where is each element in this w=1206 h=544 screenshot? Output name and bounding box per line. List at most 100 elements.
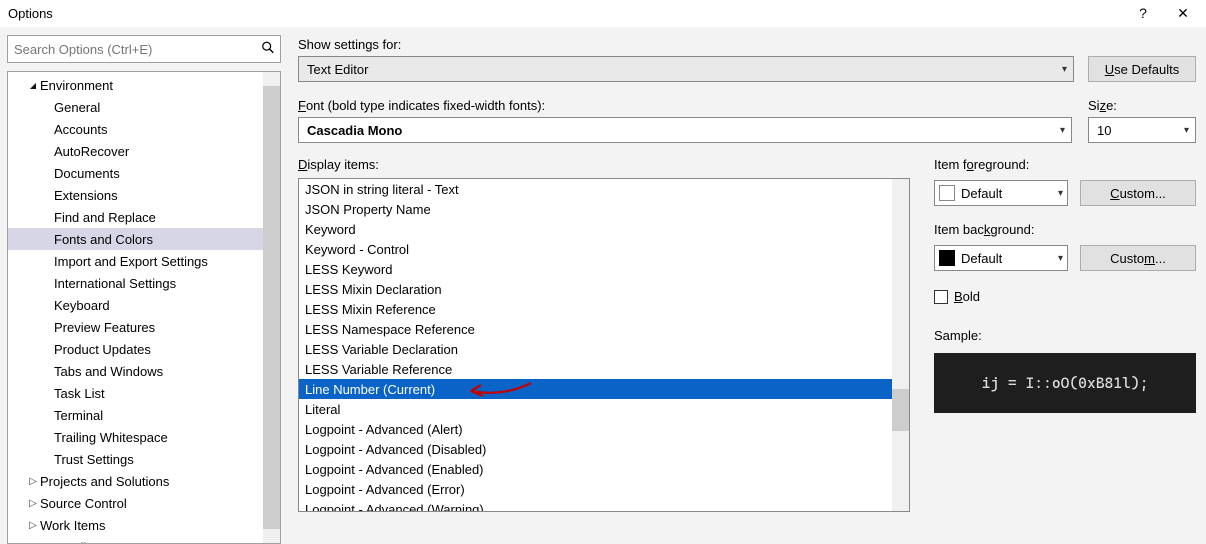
font-value: Cascadia Mono: [307, 123, 402, 138]
tree-item-label: Source Control: [40, 496, 127, 511]
tree-item[interactable]: ▷Text Editor: [8, 536, 263, 543]
bold-checkbox[interactable]: Bold: [934, 289, 1196, 304]
tree-item-label: Product Updates: [54, 342, 151, 357]
tree-item[interactable]: Find and Replace: [8, 206, 263, 228]
tree-item-label: General: [54, 100, 100, 115]
search-input[interactable]: [7, 35, 281, 63]
tree-item-label: Tabs and Windows: [54, 364, 163, 379]
list-item[interactable]: LESS Mixin Reference: [299, 299, 892, 319]
tree-item-label: Documents: [54, 166, 120, 181]
tree-item-label: Terminal: [54, 408, 103, 423]
list-item[interactable]: LESS Keyword: [299, 259, 892, 279]
help-button[interactable]: ?: [1128, 0, 1158, 26]
size-dropdown[interactable]: 10 ▾: [1088, 117, 1196, 143]
list-scrollbar[interactable]: [892, 179, 909, 511]
chevron-down-icon: ▾: [1060, 125, 1065, 136]
tree-item[interactable]: ▷Work Items: [8, 514, 263, 536]
tree-item[interactable]: Tabs and Windows: [8, 360, 263, 382]
window-title: Options: [8, 6, 53, 21]
tree-item-label: Accounts: [54, 122, 107, 137]
list-item[interactable]: Logpoint - Advanced (Enabled): [299, 459, 892, 479]
list-item[interactable]: JSON in string literal - Text: [299, 179, 892, 199]
list-item[interactable]: LESS Variable Declaration: [299, 339, 892, 359]
tree-item[interactable]: ▷Projects and Solutions: [8, 470, 263, 492]
tree-item[interactable]: Product Updates: [8, 338, 263, 360]
list-item[interactable]: Literal: [299, 399, 892, 419]
search-wrap: [7, 35, 281, 63]
tree-item[interactable]: Terminal: [8, 404, 263, 426]
settings-panel: Show settings for: Text Editor ▾ Use Def…: [288, 27, 1206, 544]
chevron-down-icon: ▾: [1058, 253, 1063, 264]
list-item[interactable]: JSON Property Name: [299, 199, 892, 219]
tree-item[interactable]: Preview Features: [8, 316, 263, 338]
tree-item[interactable]: AutoRecover: [8, 140, 263, 162]
list-item[interactable]: Keyword: [299, 219, 892, 239]
tree-item[interactable]: Extensions: [8, 184, 263, 206]
tree-item[interactable]: General: [8, 96, 263, 118]
background-custom-button[interactable]: Custom...: [1080, 245, 1196, 271]
item-foreground-dropdown[interactable]: Default ▾: [934, 180, 1068, 206]
bold-label: Bold: [954, 289, 980, 304]
tree-item[interactable]: Documents: [8, 162, 263, 184]
tree-item[interactable]: Import and Export Settings: [8, 250, 263, 272]
tree-item[interactable]: Trust Settings: [8, 448, 263, 470]
title-bar: Options ? ✕: [0, 0, 1206, 26]
tree-item-label: International Settings: [54, 276, 176, 291]
font-dropdown[interactable]: Cascadia Mono ▾: [298, 117, 1072, 143]
tree-item-label: Find and Replace: [54, 210, 156, 225]
list-item[interactable]: Logpoint - Advanced (Disabled): [299, 439, 892, 459]
tree-item-label: Import and Export Settings: [54, 254, 208, 269]
item-background-dropdown[interactable]: Default ▾: [934, 245, 1068, 271]
tree-item[interactable]: Fonts and Colors: [8, 228, 263, 250]
foreground-custom-button[interactable]: Custom...: [1080, 180, 1196, 206]
chevron-right-icon: ▷: [26, 542, 40, 544]
tree-item[interactable]: Keyboard: [8, 294, 263, 316]
item-foreground-label: Item foreground:: [934, 157, 1196, 172]
tree-item-label: Task List: [54, 386, 105, 401]
show-settings-dropdown[interactable]: Text Editor ▾: [298, 56, 1074, 82]
tree-item-label: Text Editor: [40, 540, 101, 544]
tree-scrollbar-thumb[interactable]: [263, 86, 280, 529]
tree-item[interactable]: Task List: [8, 382, 263, 404]
chevron-down-icon: ▾: [1184, 125, 1189, 136]
tree-item[interactable]: Trailing Whitespace: [8, 426, 263, 448]
display-items-list[interactable]: JSON in string literal - TextJSON Proper…: [298, 178, 910, 512]
tree-item-label: Trust Settings: [54, 452, 134, 467]
font-label: Font (bold type indicates fixed-width fo…: [298, 98, 1072, 113]
tree-item-label: Projects and Solutions: [40, 474, 169, 489]
use-defaults-button[interactable]: Use Defaults: [1088, 56, 1196, 82]
sample-preview: ij = I::oO(0xB81l);: [934, 353, 1196, 413]
list-item[interactable]: Keyword - Control: [299, 239, 892, 259]
tree-item-label: Work Items: [40, 518, 106, 533]
show-settings-label: Show settings for:: [298, 37, 1074, 52]
list-item[interactable]: Line Number (Current): [299, 379, 892, 399]
chevron-down-icon: ◢: [26, 81, 40, 90]
chevron-down-icon: ▾: [1062, 64, 1067, 75]
list-item[interactable]: Logpoint - Advanced (Error): [299, 479, 892, 499]
category-tree[interactable]: ◢Environment General Accounts AutoRecover Do…: [7, 71, 281, 544]
size-value: 10: [1097, 123, 1111, 138]
list-scrollbar-thumb[interactable]: [892, 389, 909, 431]
tree-item-label: Fonts and Colors: [54, 232, 153, 247]
close-button[interactable]: ✕: [1168, 0, 1198, 26]
display-items-label: Display items:: [298, 157, 910, 172]
search-icon: [261, 41, 275, 58]
list-item[interactable]: LESS Variable Reference: [299, 359, 892, 379]
tree-item[interactable]: ◢Environment: [8, 74, 263, 96]
tree-item-label: Keyboard: [54, 298, 110, 313]
list-item[interactable]: Logpoint - Advanced (Warning): [299, 499, 892, 511]
color-swatch: [939, 250, 955, 266]
chevron-down-icon: ▾: [1058, 188, 1063, 199]
tree-item[interactable]: ▷Source Control: [8, 492, 263, 514]
tree-item-label: Extensions: [54, 188, 118, 203]
show-settings-value: Text Editor: [307, 62, 368, 77]
tree-item-label: Preview Features: [54, 320, 155, 335]
tree-item-label: Trailing Whitespace: [54, 430, 168, 445]
size-label: Size:: [1088, 98, 1196, 113]
list-item[interactable]: LESS Mixin Declaration: [299, 279, 892, 299]
list-item[interactable]: LESS Namespace Reference: [299, 319, 892, 339]
tree-scrollbar[interactable]: [263, 72, 280, 543]
tree-item[interactable]: International Settings: [8, 272, 263, 294]
tree-item[interactable]: Accounts: [8, 118, 263, 140]
list-item[interactable]: Logpoint - Advanced (Alert): [299, 419, 892, 439]
